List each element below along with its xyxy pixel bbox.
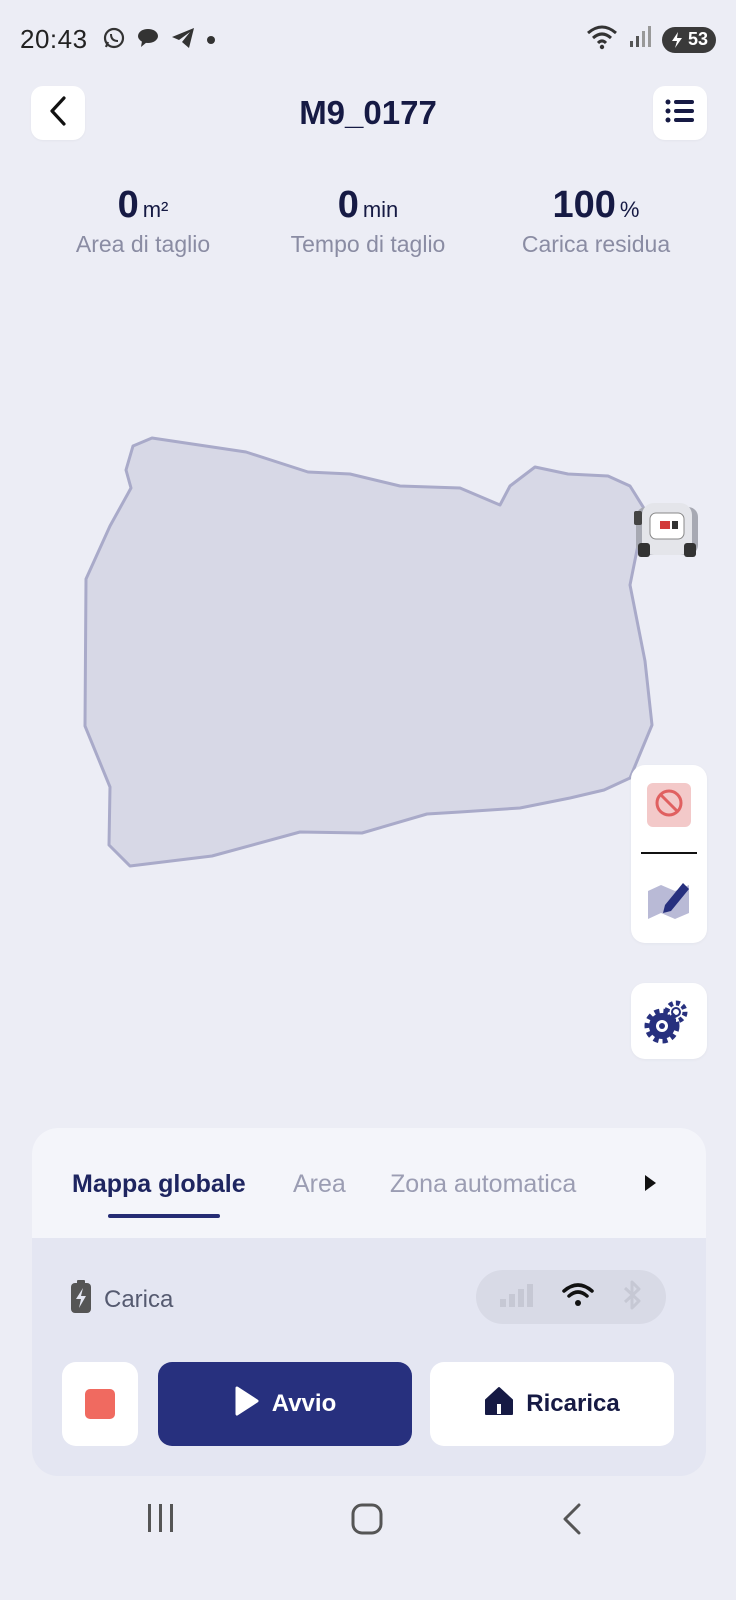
- wifi-status-icon: [562, 1282, 594, 1313]
- edit-map-icon: [645, 883, 695, 927]
- home-icon: [484, 1386, 514, 1423]
- tab-global-map[interactable]: Mappa globale: [72, 1170, 246, 1199]
- robot-mower-icon[interactable]: [634, 503, 698, 557]
- panel-tabs-bar: Mappa globale Area Zona automatica: [32, 1128, 706, 1238]
- nav-back-button[interactable]: [560, 1502, 584, 1541]
- stop-button[interactable]: [62, 1362, 138, 1446]
- tab-auto-zone[interactable]: Zona automatica: [390, 1170, 576, 1199]
- tabs-more-button[interactable]: [642, 1172, 658, 1199]
- home-nav-icon: [350, 1503, 384, 1540]
- play-arrow-icon: [642, 1175, 658, 1198]
- play-icon: [234, 1385, 260, 1424]
- status-label: Carica: [104, 1285, 174, 1313]
- edit-map-button[interactable]: [645, 873, 695, 923]
- charging-battery-icon: [70, 1280, 92, 1319]
- recharge-label: Ricarica: [526, 1390, 620, 1417]
- control-panel: Mappa globale Area Zona automatica Caric…: [32, 1128, 706, 1476]
- map-canvas[interactable]: [0, 0, 736, 1000]
- active-tab-indicator: [108, 1214, 220, 1218]
- bluetooth-icon: [621, 1280, 643, 1315]
- cellular-signal-icon: [499, 1283, 535, 1312]
- tools-divider: [641, 852, 697, 854]
- tab-area[interactable]: Area: [293, 1170, 346, 1199]
- map-tools-card: [631, 765, 707, 943]
- nav-recents-button[interactable]: [146, 1502, 176, 1539]
- recharge-button[interactable]: Ricarica: [430, 1362, 674, 1446]
- mowing-zone[interactable]: [83, 436, 654, 868]
- recents-icon: [146, 1504, 176, 1538]
- start-button[interactable]: Avvio: [158, 1362, 412, 1446]
- settings-gears-icon: [644, 994, 694, 1049]
- no-go-zone-icon: [654, 788, 684, 823]
- nav-home-button[interactable]: [350, 1502, 384, 1541]
- connectivity-indicators: [476, 1270, 666, 1324]
- no-go-zone-button[interactable]: [647, 783, 691, 827]
- mower-status: Carica: [70, 1280, 173, 1319]
- settings-button[interactable]: [631, 983, 707, 1059]
- stop-square-icon: [85, 1389, 115, 1419]
- back-nav-icon: [560, 1503, 584, 1540]
- start-label: Avvio: [271, 1390, 337, 1417]
